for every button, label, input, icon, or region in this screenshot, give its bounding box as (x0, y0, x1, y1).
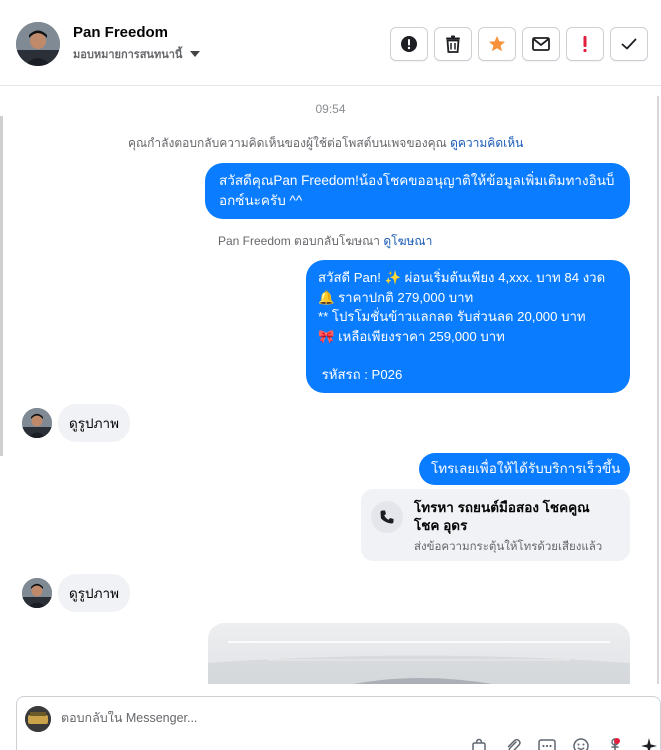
outgoing-message-promo[interactable]: สวัสดี Pan! ✨ ผ่อนเริ่มต้นเพียง 4,xxx. บ… (306, 260, 630, 393)
notification-dot (614, 738, 620, 744)
contact-name[interactable]: Pan Freedom (73, 24, 168, 41)
mark-unread-button[interactable] (522, 27, 560, 61)
scrollbar-left[interactable] (0, 116, 3, 456)
saved-replies-icon[interactable] (537, 737, 557, 750)
star-icon (489, 36, 505, 52)
emoji-icon[interactable] (571, 737, 591, 750)
reply-input[interactable] (61, 711, 461, 725)
assign-conversation-dropdown[interactable]: มอบหมายการสนทนานี้ (73, 45, 201, 63)
incoming-message[interactable]: ดูรูปภาพ (58, 574, 130, 612)
delete-button[interactable] (434, 27, 472, 61)
header-actions (390, 27, 648, 61)
shared-photo[interactable] (208, 623, 630, 684)
sparkle-icon[interactable] (639, 737, 659, 750)
ad-notice-text: Pan Freedom ตอบกลับโฆษณา (218, 234, 381, 248)
message-timestamp: 09:54 (315, 102, 346, 116)
envelope-icon (532, 37, 550, 51)
comment-reply-notice: คุณกำลังตอบกลับความคิดเห็นของผู้ใช้ต่อโพ… (128, 134, 523, 153)
shopping-bag-icon[interactable] (469, 737, 489, 750)
call-card-title: โทรหา รถยนต์มือสอง โชคคูณ โชค อุดร (414, 500, 590, 533)
outgoing-message[interactable]: สวัสดีคุณPan Freedom!น้องโชคขออนุญาติให้… (205, 163, 630, 219)
star-button[interactable] (478, 27, 516, 61)
view-ad-link[interactable]: ดูโฆษณา (383, 234, 432, 248)
incoming-message[interactable]: ดูรูปภาพ (58, 404, 130, 442)
attachment-icon[interactable] (503, 737, 523, 750)
contact-avatar[interactable] (16, 22, 60, 66)
ad-reply-notice: Pan Freedom ตอบกลับโฆษณา ดูโฆษณา (218, 232, 432, 251)
trash-icon (446, 35, 460, 53)
phone-icon (371, 501, 403, 533)
message-thread[interactable]: 09:54 คุณกำลังตอบกลับความคิดเห็นของผู้ใช… (0, 86, 661, 684)
promo-line-4: 🎀 เหลือเพียงราคา 259,000 บาท (318, 328, 505, 344)
spam-button[interactable] (390, 27, 428, 61)
promo-line-5: รหัสรถ : P026 (318, 367, 403, 383)
mark-done-button[interactable] (610, 27, 648, 61)
exclamation-icon (583, 36, 587, 53)
composer-toolbar (469, 737, 659, 750)
call-button-card[interactable]: โทรหา รถยนต์มือสอง โชคคูณ โชค อุดร ส่งข้… (361, 489, 630, 561)
outgoing-message-call-prompt[interactable]: โทรเลยเพื่อให้ได้รับบริการเร็วขึ้น (419, 453, 630, 485)
page-avatar (25, 706, 51, 732)
view-comment-link[interactable]: ดูความคิดเห็น (450, 136, 523, 150)
alert-circle-icon (401, 36, 417, 52)
promo-line-2: 🔔 ราคาปกติ 279,000 บาท (318, 289, 474, 305)
contact-avatar-small[interactable] (22, 408, 52, 438)
scrollbar-right[interactable] (657, 96, 659, 684)
conversation-header: Pan Freedom มอบหมายการสนทนานี้ (0, 0, 661, 86)
comment-notice-text: คุณกำลังตอบกลับความคิดเห็นของผู้ใช้ต่อโพ… (128, 136, 447, 150)
check-icon (621, 38, 637, 50)
follow-up-button[interactable] (566, 27, 604, 61)
assign-label: มอบหมายการสนทนานี้ (73, 49, 183, 61)
call-card-subtitle: ส่งข้อความกระตุ้นให้โทรด้วยเสียงแล้ว (414, 541, 603, 553)
contact-avatar-small[interactable] (22, 578, 52, 608)
promo-line-1: สวัสดี Pan! ✨ ผ่อนเริ่มต้นเพียง 4,xxx. บ… (318, 270, 606, 285)
reply-composer (16, 696, 661, 750)
promo-line-3: ** โปรโมชั่นข้าวแลกลด รับส่วนลด 20,000 บ… (318, 309, 586, 325)
photo-content (208, 655, 630, 684)
caret-down-icon (190, 51, 201, 57)
